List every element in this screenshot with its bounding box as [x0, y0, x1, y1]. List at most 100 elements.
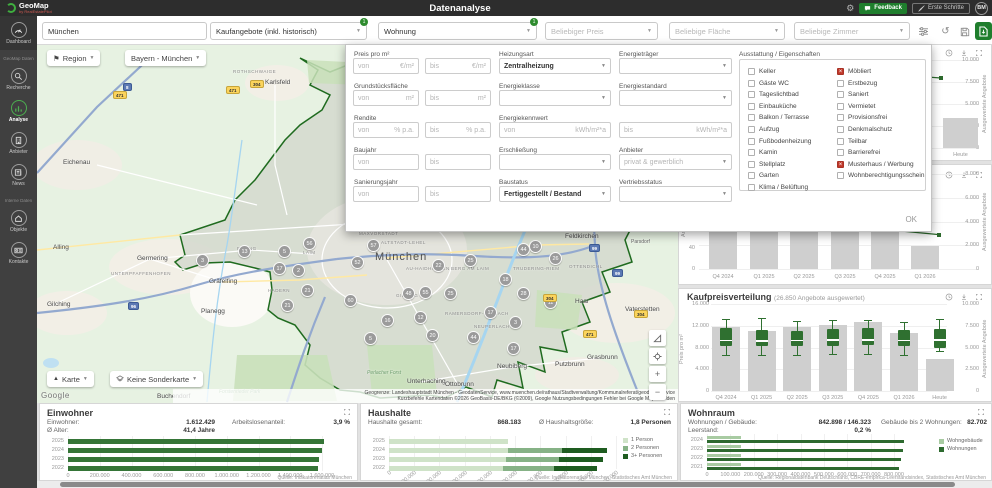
- export-button[interactable]: [975, 22, 992, 40]
- price-box-Q1 2026[interactable]: [898, 330, 910, 346]
- filter-input-bis[interactable]: bis: [425, 186, 491, 202]
- save-icon[interactable]: [957, 24, 972, 39]
- map-cluster-marker[interactable]: 5: [364, 332, 377, 345]
- map-cluster-marker[interactable]: 21: [301, 284, 314, 297]
- filter-select[interactable]: ▼: [619, 186, 732, 202]
- sidebar-item-recherche[interactable]: Recherche: [0, 68, 37, 91]
- area-select[interactable]: Beliebige Fläche ▼: [669, 22, 785, 40]
- filter-input-bis[interactable]: bis €/m²: [425, 58, 491, 74]
- map-cluster-marker[interactable]: 22: [432, 259, 445, 272]
- map-cluster-marker[interactable]: 25: [464, 254, 477, 267]
- feature-checkbox[interactable]: Klima / Belüftung: [748, 184, 808, 191]
- map-cluster-marker[interactable]: 13: [238, 245, 251, 258]
- more-filters-icon[interactable]: [916, 24, 931, 39]
- feature-checkbox[interactable]: × Möbliert: [837, 68, 871, 75]
- household-bar-3+ Personen[interactable]: [559, 457, 604, 462]
- special-map-chip[interactable]: Keine Sonderkarte ▼: [110, 371, 204, 387]
- region-value-chip[interactable]: Bayern - München ▼: [125, 50, 207, 66]
- filter-select[interactable]: ▼: [619, 90, 732, 106]
- undo-icon[interactable]: ↺: [938, 24, 953, 39]
- filter-select[interactable]: Zentralheizung ▼: [499, 58, 611, 74]
- user-avatar[interactable]: BM: [975, 1, 988, 15]
- feature-checkbox[interactable]: Gäste WC: [748, 79, 789, 87]
- map-cluster-marker[interactable]: 16: [381, 314, 394, 327]
- sidebar-item-analyse[interactable]: Analyse: [0, 100, 37, 123]
- filter-select[interactable]: ▼: [619, 58, 732, 74]
- map-cluster-marker[interactable]: 56: [303, 237, 316, 250]
- household-bar-3+ Personen[interactable]: [561, 448, 608, 453]
- offer-type-select[interactable]: Kaufangebote (inkl. historisch) ▼: [210, 22, 367, 40]
- population-bar-2024[interactable]: [68, 448, 323, 453]
- buildings-bar-2023[interactable]: [707, 445, 741, 448]
- map-cluster-marker[interactable]: 3: [196, 254, 209, 267]
- bar-Q1 2026[interactable]: [911, 246, 939, 269]
- population-bar-2025[interactable]: [68, 439, 324, 444]
- feedback-button[interactable]: Feedback: [859, 2, 907, 14]
- feature-checkbox[interactable]: Balkon / Terrasse: [748, 114, 809, 122]
- map-cluster-marker[interactable]: 18: [499, 273, 512, 286]
- filter-select[interactable]: Fertiggestellt / Bestand ▼: [499, 186, 611, 202]
- map-cluster-marker[interactable]: 17: [484, 306, 497, 319]
- household-bar-2 Personen[interactable]: [502, 466, 555, 471]
- map-zoom-out-button[interactable]: −: [649, 384, 666, 400]
- price-box-Q1 2025[interactable]: [755, 330, 768, 346]
- map-cluster-marker[interactable]: 20: [426, 329, 439, 342]
- category-select[interactable]: Wohnung ▼: [378, 22, 537, 40]
- population-bar-2023[interactable]: [68, 457, 319, 462]
- basemap-chip[interactable]: ▲ Karte ▼: [47, 371, 94, 387]
- feature-checkbox[interactable]: Barrierefrei: [837, 149, 880, 157]
- buildings-bar-2022[interactable]: [707, 454, 741, 457]
- household-bar-1 Person[interactable]: [389, 448, 508, 453]
- dwellings-bar-2024[interactable]: [707, 440, 905, 443]
- price-box-Q2 2025[interactable]: [791, 331, 804, 347]
- map-zoom-in-button[interactable]: +: [649, 366, 666, 382]
- filter-input-von[interactable]: von: [353, 186, 419, 202]
- household-bar-1 Person[interactable]: [389, 439, 508, 444]
- region-mode-chip[interactable]: ⚑ Region ▼: [47, 50, 101, 66]
- map-cluster-marker[interactable]: 3: [509, 316, 522, 329]
- filter-select[interactable]: privat & gewerblich ▼: [619, 154, 732, 170]
- sidebar-item-dashboard[interactable]: Dashboard: [0, 22, 37, 45]
- map-cluster-marker[interactable]: 2: [292, 264, 305, 277]
- map-cluster-marker[interactable]: 17: [507, 342, 520, 355]
- feature-checkbox[interactable]: Einbauküche: [748, 102, 797, 110]
- filter-input-von[interactable]: von: [353, 154, 419, 170]
- filter-input-bis[interactable]: bis % p.a.: [425, 122, 491, 138]
- ok-button[interactable]: OK: [905, 215, 917, 224]
- price-box-Q3 2025[interactable]: [826, 329, 839, 346]
- map-tilt-button[interactable]: [649, 330, 666, 346]
- line-marker[interactable]: [939, 76, 943, 80]
- map-cluster-marker[interactable]: 55: [419, 286, 432, 299]
- map-cluster-marker[interactable]: 26: [549, 252, 562, 265]
- feature-checkbox[interactable]: Aufzug: [748, 126, 779, 133]
- filter-select[interactable]: ▼: [499, 90, 611, 106]
- filter-select[interactable]: ▼: [499, 154, 611, 170]
- feature-checkbox[interactable]: Tageslichtbad: [748, 91, 799, 99]
- sidebar-item-news[interactable]: News: [0, 164, 37, 187]
- feature-checkbox[interactable]: Teilbar: [837, 137, 867, 145]
- sidebar-item-objekte[interactable]: Objekte: [0, 210, 37, 233]
- dwellings-bar-2021[interactable]: [707, 467, 900, 470]
- feature-checkbox[interactable]: Fußbodenheizung: [748, 137, 811, 145]
- household-bar-2 Personen[interactable]: [507, 448, 562, 453]
- map-cluster-marker[interactable]: 52: [351, 256, 364, 269]
- line-marker[interactable]: [937, 232, 941, 237]
- filter-input-von[interactable]: von % p.a.: [353, 122, 419, 138]
- feature-checkbox[interactable]: Stellplatz: [748, 160, 785, 168]
- household-bar-1 Person[interactable]: [389, 466, 503, 471]
- feature-checkbox[interactable]: Garten: [748, 172, 779, 180]
- dwellings-bar-2023[interactable]: [707, 449, 903, 452]
- map-locate-button[interactable]: [649, 348, 666, 364]
- feature-checkbox[interactable]: Saniert: [837, 91, 869, 99]
- gear-icon[interactable]: ⚙: [846, 3, 854, 14]
- feature-checkbox[interactable]: Provisionsfrei: [837, 114, 887, 122]
- bar-heute[interactable]: [943, 118, 978, 148]
- map-cluster-marker[interactable]: 17: [273, 262, 286, 275]
- feature-checkbox[interactable]: Denkmalschutz: [837, 126, 892, 133]
- filter-input-bis[interactable]: bis: [425, 154, 491, 170]
- geomap-logo[interactable]: GeoMap by RealEstatePilot: [6, 2, 52, 14]
- price-box-Q4 2024[interactable]: [720, 328, 732, 347]
- feature-checkbox[interactable]: Wohnberechtigungsschein: [837, 172, 925, 180]
- map-cluster-marker[interactable]: 28: [517, 287, 530, 300]
- feature-checkbox[interactable]: Kamin: [748, 149, 777, 157]
